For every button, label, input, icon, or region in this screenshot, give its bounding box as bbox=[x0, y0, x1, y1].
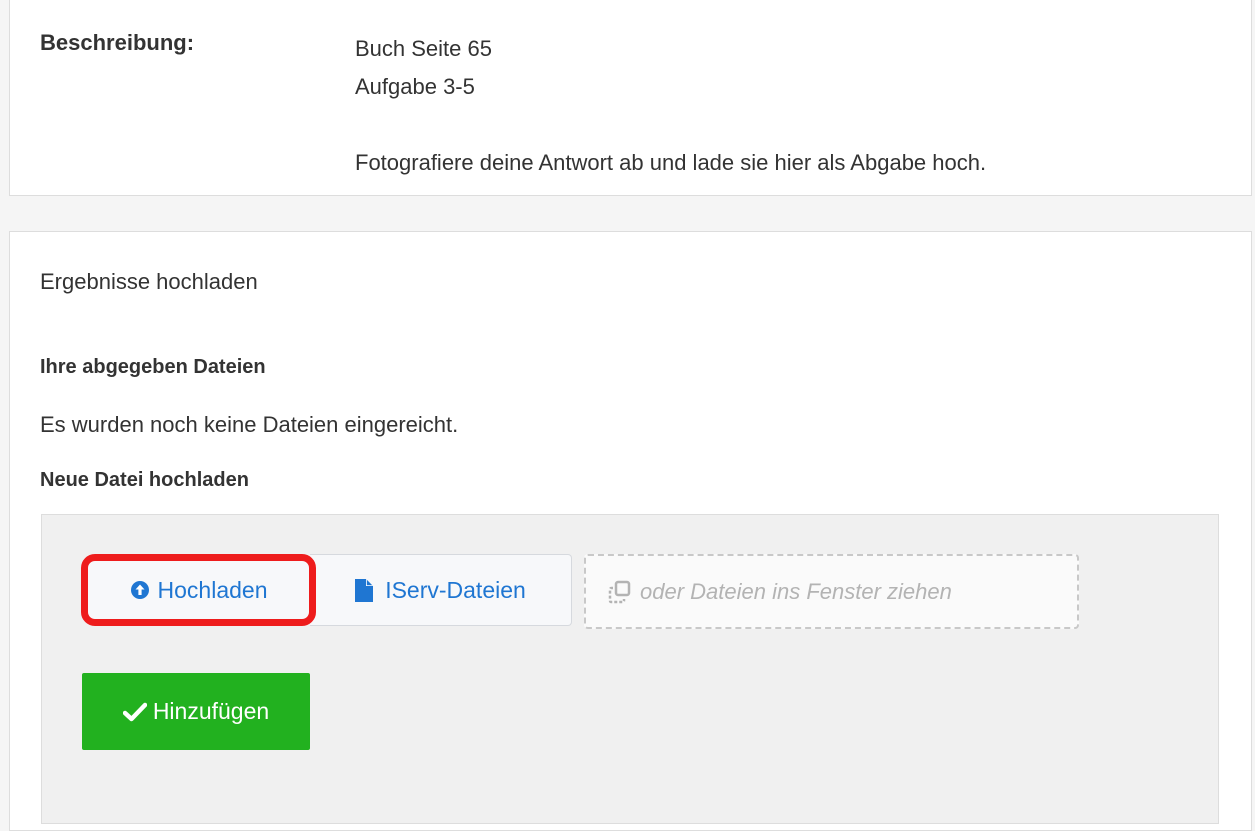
copy-icon bbox=[608, 580, 632, 604]
upload-button-group: Hochladen IServ-Dateien oder Dateien ins… bbox=[81, 554, 1079, 629]
upload-panel-title: Ergebnisse hochladen bbox=[40, 269, 258, 294]
drop-zone-label: oder Dateien ins Fenster ziehen bbox=[640, 578, 952, 604]
add-button-label: Hinzufügen bbox=[152, 698, 270, 724]
description-panel: Beschreibung: Buch Seite 65 Aufgabe 3-5 … bbox=[9, 0, 1252, 196]
submitted-files-heading: Ihre abgegeben Dateien bbox=[40, 356, 266, 378]
description-line: Buch Seite 65 bbox=[355, 36, 492, 61]
iserv-files-label: IServ-Dateien bbox=[385, 576, 526, 603]
description-line: Fotografiere deine Antwort ab und lade s… bbox=[355, 150, 987, 175]
upload-panel: Ergebnisse hochladen Ihre abgegeben Date… bbox=[9, 231, 1252, 831]
arrow-circle-up-icon bbox=[130, 580, 150, 600]
upload-box: Hochladen IServ-Dateien oder Dateien ins… bbox=[41, 514, 1219, 824]
iserv-files-button[interactable]: IServ-Dateien bbox=[310, 554, 572, 626]
check-icon bbox=[122, 702, 147, 722]
upload-button[interactable]: Hochladen bbox=[81, 554, 316, 626]
description-text: Buch Seite 65 Aufgabe 3-5 Fotografiere d… bbox=[355, 30, 986, 182]
new-file-heading: Neue Datei hochladen bbox=[40, 469, 249, 491]
file-icon bbox=[355, 578, 374, 602]
drop-zone[interactable]: oder Dateien ins Fenster ziehen bbox=[584, 554, 1079, 629]
description-label: Beschreibung: bbox=[40, 30, 195, 55]
upload-button-label: Hochladen bbox=[157, 576, 268, 603]
description-line: Aufgabe 3-5 bbox=[355, 74, 475, 99]
add-button[interactable]: Hinzufügen bbox=[82, 673, 310, 750]
no-files-message: Es wurden noch keine Dateien eingereicht… bbox=[40, 412, 459, 437]
